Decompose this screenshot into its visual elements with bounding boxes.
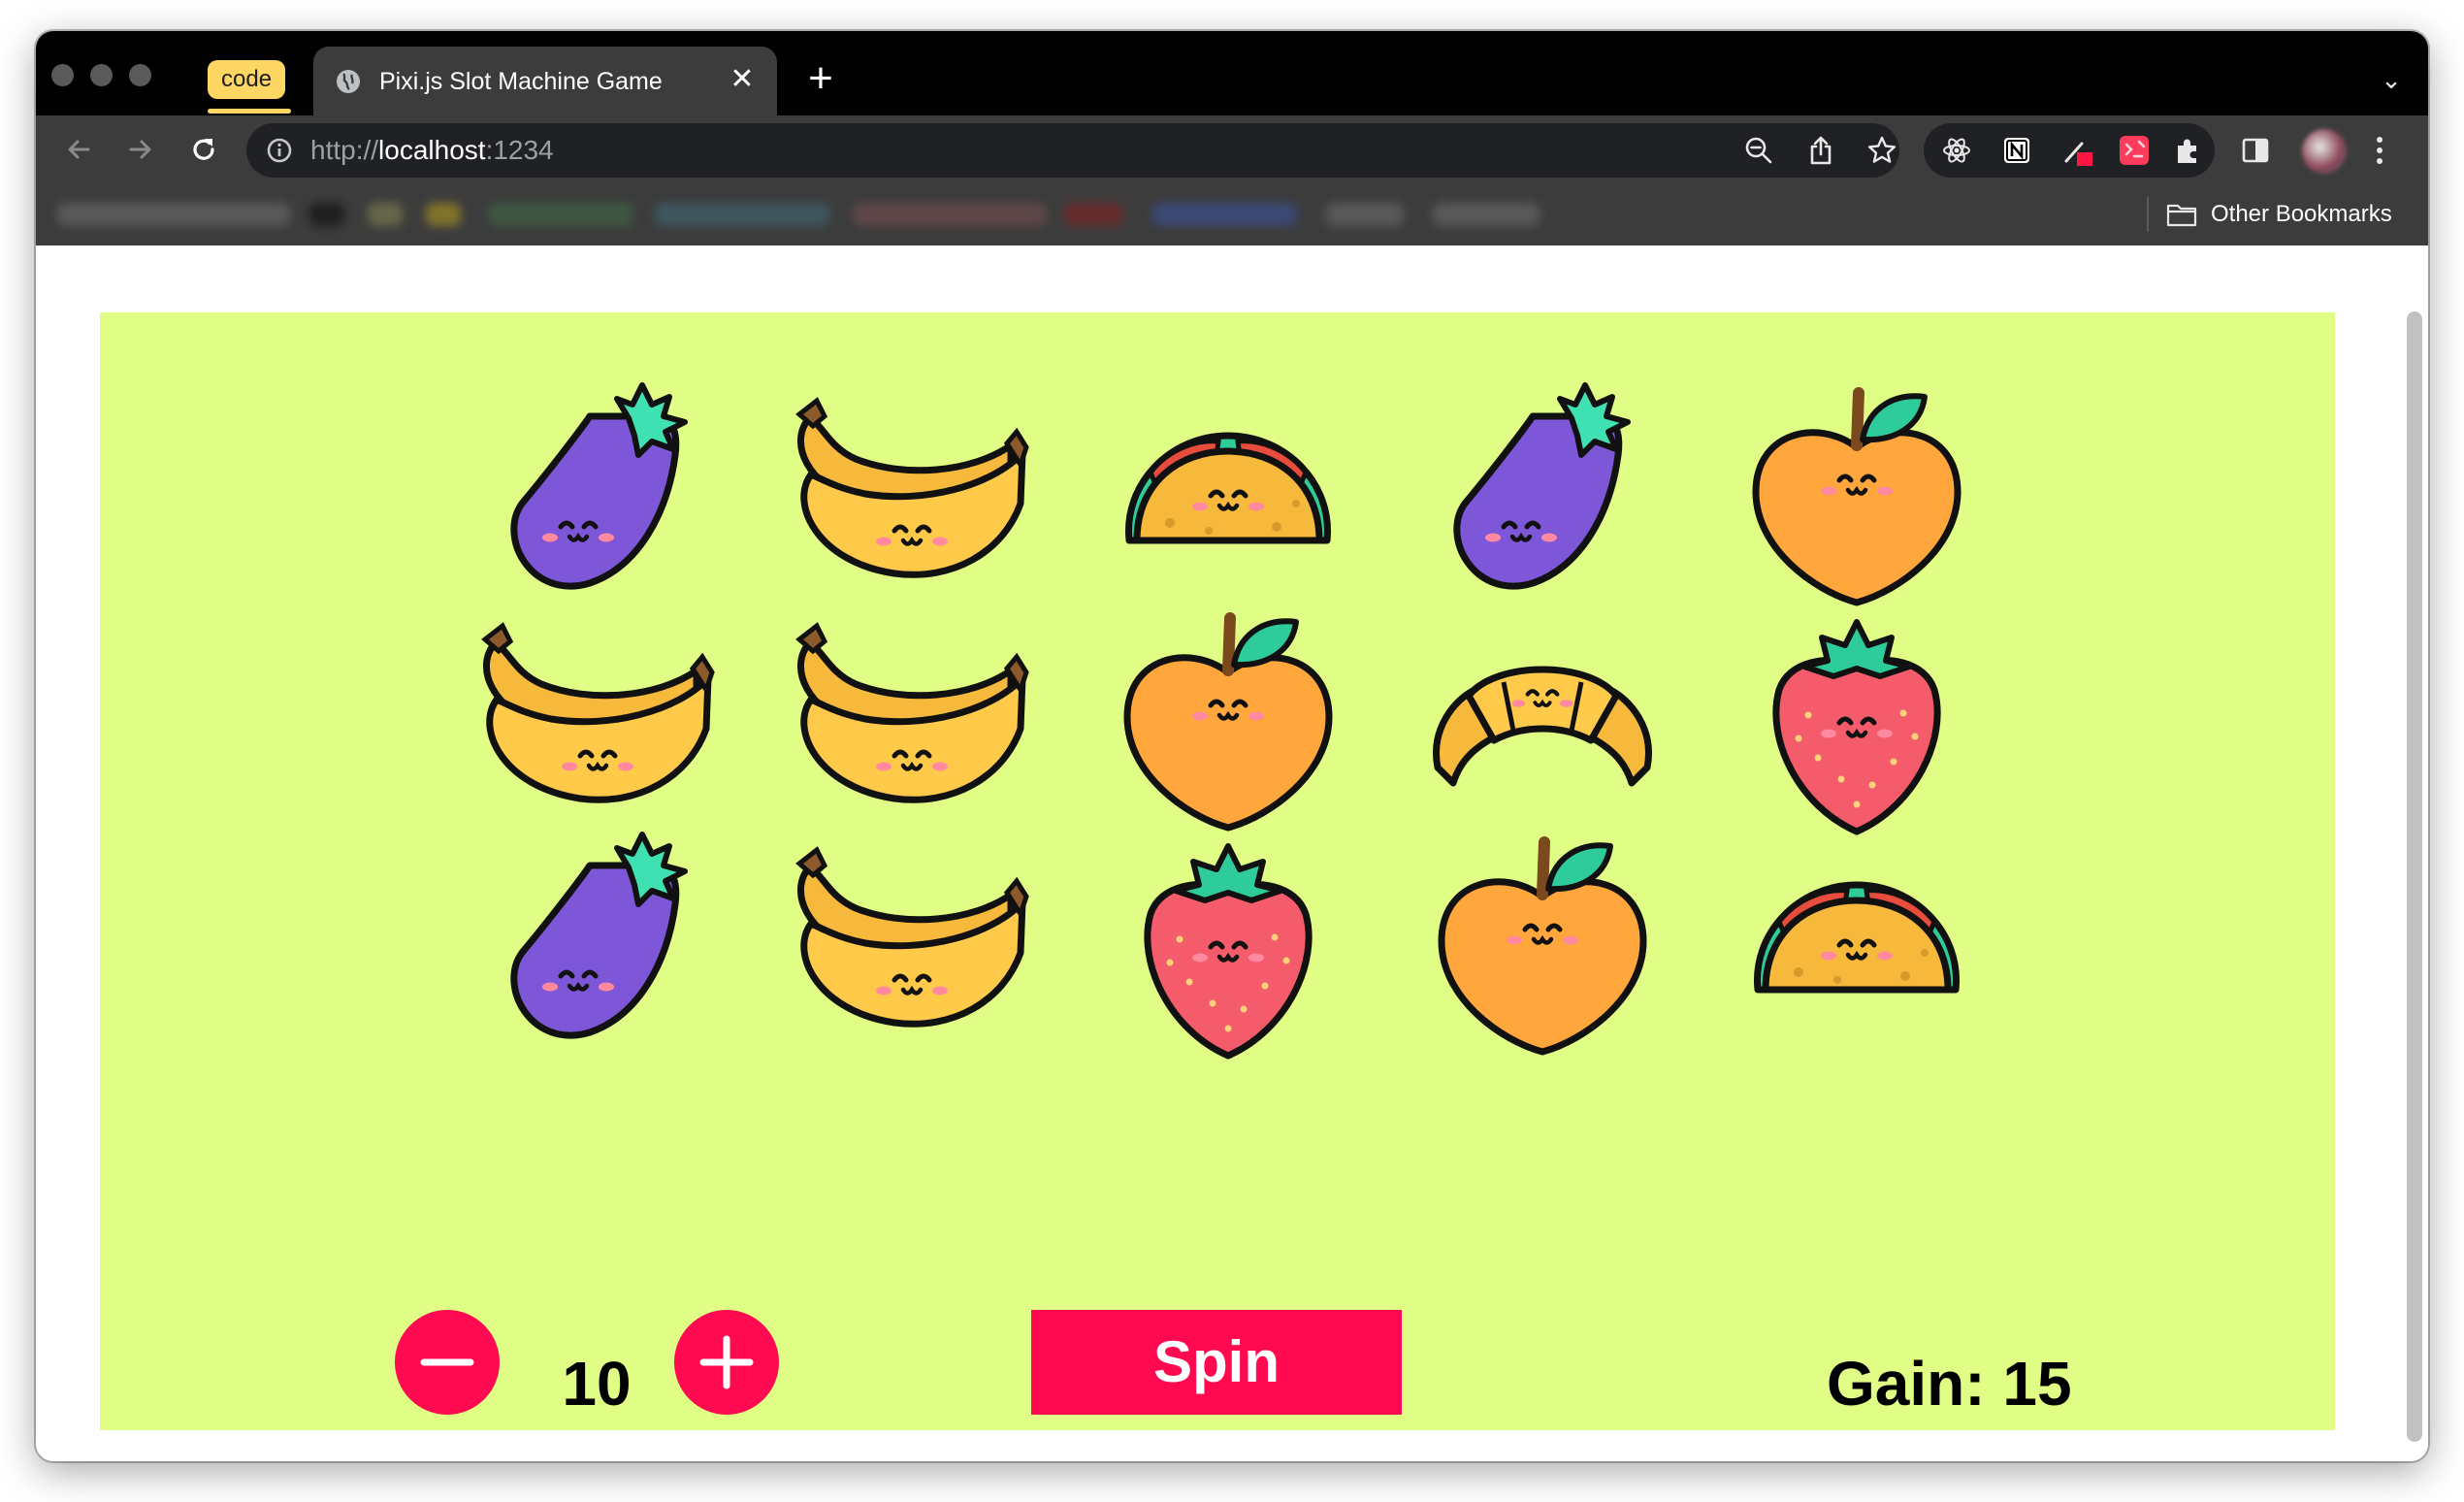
tab-title: Pixi.js Slot Machine Game [379, 68, 663, 95]
gain-display: Gain: 15 [1827, 1349, 2072, 1419]
spin-button[interactable]: Spin [1031, 1310, 1402, 1415]
croissant-symbol [1437, 669, 1649, 783]
orange-symbol [1442, 842, 1643, 1052]
eggplant-symbol [1457, 385, 1628, 586]
close-icon[interactable]: ✕ [723, 60, 762, 99]
close-window-button[interactable] [51, 64, 74, 86]
new-tab-plus-icon[interactable]: + [797, 56, 844, 103]
tab-group-chip[interactable]: code [208, 60, 286, 99]
more-menu-icon[interactable] [2370, 133, 2389, 168]
zoom-out-icon[interactable] [1744, 136, 1773, 165]
bet-amount: 10 [562, 1349, 632, 1419]
chevron-down-icon[interactable]: ⌄ [2372, 60, 2411, 99]
banana-symbol [799, 401, 1026, 574]
banana-symbol [485, 626, 712, 800]
orange-symbol [1127, 618, 1329, 828]
forward-arrow-icon[interactable] [118, 127, 163, 172]
banana-symbol [799, 850, 1026, 1024]
reels-area [100, 312, 2335, 1292]
extensions-area [1924, 123, 2215, 178]
reload-icon[interactable] [181, 127, 226, 172]
browser-toolbar: http://localhost:1234 [36, 115, 2428, 183]
eggplant-symbol [514, 834, 685, 1035]
minus-icon [420, 1358, 474, 1366]
site-info-icon[interactable] [266, 137, 293, 164]
minimize-window-button[interactable] [90, 64, 113, 86]
taco-symbol [1757, 885, 1956, 990]
bookmark-item[interactable] [655, 203, 829, 226]
browser-window: code Pixi.js Slot Machine Game ✕ + ⌄ htt… [36, 31, 2428, 1461]
other-bookmarks-label: Other Bookmarks [2211, 201, 2392, 227]
tab-group-underline [208, 109, 291, 114]
increase-bet-button[interactable] [674, 1310, 779, 1415]
profile-avatar[interactable] [2302, 129, 2347, 174]
bookmark-item[interactable] [309, 203, 344, 226]
share-icon[interactable] [1806, 135, 1835, 166]
react-devtools-icon[interactable] [1941, 135, 1972, 166]
active-tab[interactable]: Pixi.js Slot Machine Game ✕ [313, 47, 777, 115]
game-canvas: 10 Spin Gain: 15 [100, 312, 2335, 1430]
side-panel-icon[interactable] [2240, 135, 2271, 166]
bookmark-item[interactable] [1064, 203, 1122, 226]
address-bar[interactable]: http://localhost:1234 [246, 123, 1899, 178]
bookmarks-separator [2147, 197, 2149, 232]
bookmark-item[interactable] [1326, 203, 1404, 226]
bookmark-item[interactable] [1433, 203, 1540, 226]
bookmark-item[interactable] [57, 203, 290, 226]
devtools-extension-icon[interactable] [2118, 134, 2151, 167]
vertical-scrollbar[interactable] [2407, 311, 2422, 1442]
url-text: http://localhost:1234 [310, 135, 554, 165]
strawberry-symbol [1776, 622, 1937, 832]
back-arrow-icon[interactable] [56, 127, 101, 172]
taco-symbol [1128, 436, 1327, 540]
bookmark-item[interactable] [488, 203, 633, 226]
reel-grid [485, 385, 1958, 1056]
page-viewport: 10 Spin Gain: 15 [36, 245, 2428, 1461]
eggplant-symbol [514, 385, 685, 586]
color-picker-icon[interactable] [2061, 135, 2094, 168]
bookmark-star-icon[interactable] [1866, 135, 1897, 166]
zoom-window-button[interactable] [129, 64, 151, 86]
bookmark-item[interactable] [1151, 203, 1297, 226]
decrease-bet-button[interactable] [395, 1310, 500, 1415]
globe-icon [337, 70, 360, 93]
strawberry-symbol [1148, 846, 1309, 1056]
bookmarks-bar: Other Bookmarks [36, 183, 2428, 245]
notion-icon[interactable] [2001, 135, 2032, 166]
orange-symbol [1756, 393, 1958, 603]
other-bookmarks-folder[interactable]: Other Bookmarks [2166, 197, 2392, 232]
folder-icon [2166, 204, 2197, 227]
extensions-puzzle-icon[interactable] [2172, 135, 2203, 166]
plus-icon [699, 1335, 754, 1389]
bookmark-item[interactable] [853, 203, 1047, 226]
banana-symbol [799, 626, 1026, 800]
tab-strip: code Pixi.js Slot Machine Game ✕ + ⌄ [36, 31, 2428, 115]
bookmark-item[interactable] [368, 203, 403, 226]
bookmark-item[interactable] [426, 203, 461, 226]
